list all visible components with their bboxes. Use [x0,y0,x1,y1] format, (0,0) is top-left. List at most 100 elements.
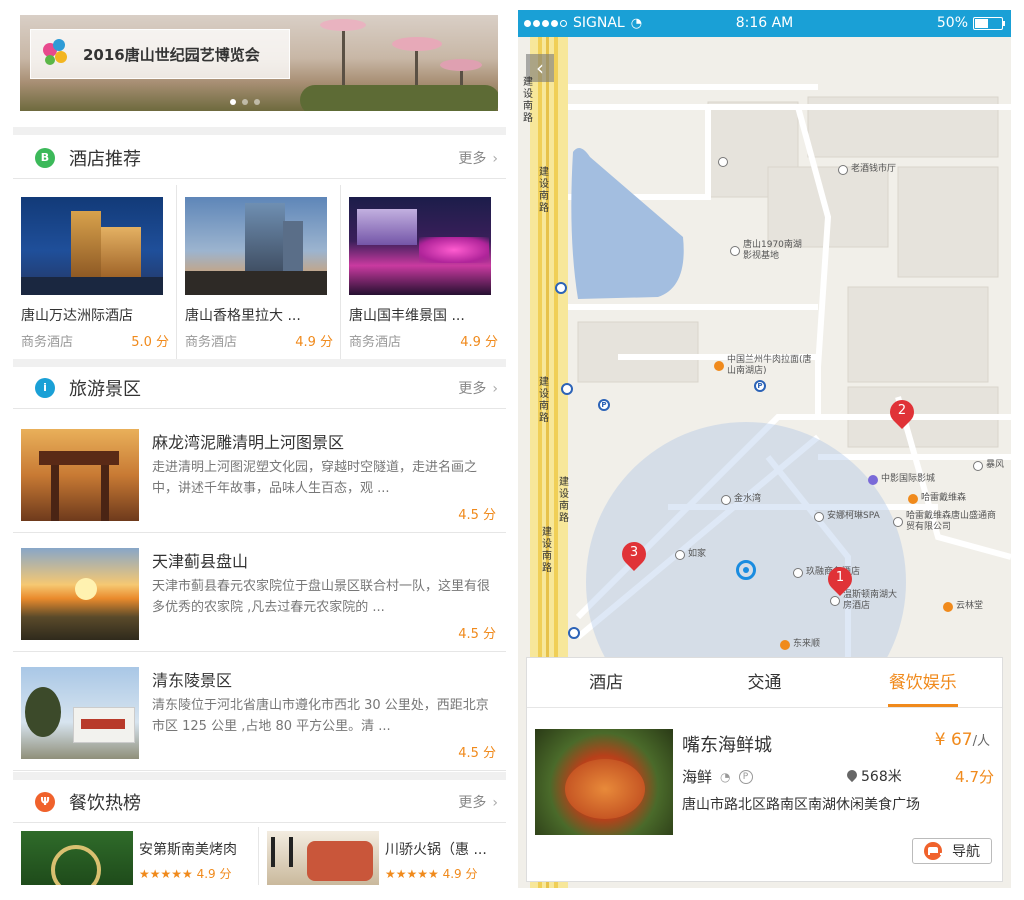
scenic-list-item[interactable]: 天津蓟县盘山 天津市蓟县春元农家院位于盘山景区联合村一队，这里有很多优秀的农家院… [13,534,506,652]
spot-title: 清东陵景区 [152,671,233,690]
banner-label: 2016唐山世纪园艺博览会 [30,29,290,79]
divider [13,772,506,780]
map-pin[interactable]: 1 [823,562,857,597]
food-card[interactable]: 安第斯南美烤肉 ★★★★★ 4.9 分 [13,827,259,885]
food-section-header: Ψ 餐饮热榜 更多 › [13,781,506,823]
page-dot[interactable] [242,99,248,105]
spot-title: 麻龙湾泥雕清明上河图景区 [152,433,345,452]
map-poi-icon[interactable] [718,157,728,167]
tab-hotel[interactable]: 酒店 [527,658,685,707]
navigate-button[interactable]: 导航 [912,838,992,864]
map-poi[interactable]: 中影国际影城 [868,474,935,485]
battery-icon [973,16,1005,30]
spot-score: 4.5 分 [458,508,496,523]
parking-icon[interactable]: P [754,380,766,392]
hotel-type: 商务酒店 [349,335,402,350]
road-label: 建设南路 [542,527,552,574]
spot-title: 天津蓟县盘山 [152,552,249,571]
food-rating: ★★★★★ 4.9 分 [139,867,232,881]
status-bar: SIGNAL ◔ 8:16 AM 50% [518,10,1011,37]
scenic-list-item[interactable]: 麻龙湾泥雕清明上河图景区 走进清明上河图泥塑文化园，穿越时空隧道，走进名画之中，… [13,415,506,533]
hotel-score: 4.9 分 [460,335,498,350]
spot-photo [21,429,139,521]
fork-knife-icon: Ψ [35,791,55,812]
banner-pagination[interactable] [230,99,260,105]
spot-photo [21,548,139,640]
parking-icon[interactable]: P [598,399,610,411]
expo-logo-icon [39,37,73,71]
food-rating: ★★★★★ 4.9 分 [385,867,478,881]
map-view[interactable]: ‹ 建设南路 建设南路 建设南路 建设南路 建设南路 P P 老酒钱市厅 唐山1… [518,37,1011,888]
hotel-type: 商务酒店 [21,335,74,350]
map-pin[interactable]: 2 [885,395,919,430]
food-photo [267,831,379,885]
map-poi[interactable]: 云林堂 [943,601,983,612]
scenic-more-link[interactable]: 更多 › [458,378,498,398]
food-card[interactable]: 川骄火锅（惠 ... ★★★★★ 4.9 分 [259,827,505,885]
restaurant-category: 海鲜 ◔ P [682,766,753,787]
bus-stop-icon[interactable] [568,627,580,639]
spot-description: 天津市蓟县春元农家院位于盘山景区联合村一队，这里有很多优秀的农家院 ,凡去过春元… [152,579,491,615]
restaurant-photo [535,729,673,835]
battery-percent: 50% [936,15,968,31]
scenic-list-item[interactable]: 清东陵景区 清东陵位于河北省唐山市遵化市西北 30 公里处，西距北京市区 125… [13,653,506,771]
hotel-card[interactable]: 唐山香格里拉大 ... 商务酒店 4.9 分 [177,185,341,359]
restaurant-address: 唐山市路北区路南区南湖休闲美食广场 [682,797,920,813]
road-label: 建设南路 [523,77,533,124]
map-poi[interactable]: 东来顺 [780,639,820,650]
expo-banner[interactable]: 2016唐山世纪园艺博览会 [20,15,498,111]
food-list: 安第斯南美烤肉 ★★★★★ 4.9 分 川骄火锅（惠 ... ★★★★★ 4.9… [13,827,506,885]
section-title: 酒店推荐 [69,148,141,170]
map-poi[interactable]: 金水湾 [721,494,761,505]
restaurant-name: 嘴东海鲜城 [682,735,772,756]
map-poi[interactable]: 如家 [675,549,706,560]
hotel-name: 唐山万达洲际酒店 [21,308,133,324]
hotel-more-link[interactable]: 更多 › [458,148,498,168]
map-poi[interactable]: 哈雷戴维森唐山盛通商贸有限公司 [893,511,998,533]
bus-stop-icon[interactable] [561,383,573,395]
page-dot[interactable] [230,99,236,105]
my-location-icon[interactable] [736,560,756,580]
hotel-photo [21,197,163,295]
car-icon [924,842,942,860]
hotel-name: 唐山香格里拉大 ... [185,308,301,324]
food-more-link[interactable]: 更多 › [458,792,498,812]
road-label: 建设南路 [539,167,549,214]
parking-icon: P [738,769,753,784]
chevron-right-icon: › [492,794,498,811]
hotel-photo [185,197,327,295]
right-screen: SIGNAL ◔ 8:16 AM 50% ‹ 建设南路 建设南路 建设南路 建设… [518,10,1011,888]
restaurant-score: 4.7分 [955,768,994,786]
category-tabs: 酒店 交通 餐饮娱乐 [527,658,1002,708]
map-poi[interactable]: 老酒钱市厅 [838,164,896,175]
road-label: 建设南路 [539,377,549,424]
hotel-card[interactable]: 唐山国丰维景国 ... 商务酒店 4.9 分 [341,185,505,359]
hotel-type: 商务酒店 [185,335,238,350]
map-poi[interactable]: 哈雷戴维森 [908,493,966,504]
location-pin-icon [847,770,857,783]
section-title: 餐饮热榜 [69,792,141,814]
hotel-card[interactable]: 唐山万达洲际酒店 商务酒店 5.0 分 [13,185,177,359]
tab-transport[interactable]: 交通 [685,658,843,707]
scenic-section-header: i 旅游景区 更多 › [13,367,506,409]
hotel-score: 4.9 分 [295,335,333,350]
map-poi[interactable]: 安娜柯琳SPA [814,511,880,522]
road-label: 建设南路 [559,477,569,524]
left-screen: 2016唐山世纪园艺博览会 B 酒店推荐 更多 › 唐山万达洲际酒店 商务酒店 5.… [13,15,506,885]
map-poi[interactable]: 唐山1970南湖影视基地 [730,240,810,262]
spot-description: 走进清明上河图泥塑文化园，穿越时空隧道，走进名画之中，讲述千年故事，品味人生百态… [152,460,478,496]
hotel-photo [349,197,491,295]
divider [13,127,506,135]
map-pin[interactable]: 3 [617,537,651,572]
page-dot[interactable] [254,99,260,105]
food-name: 川骄火锅（惠 ... [385,842,487,858]
divider [13,359,506,367]
hotel-name: 唐山国丰维景国 ... [349,308,465,324]
tab-food-entertainment[interactable]: 餐饮娱乐 [844,658,1002,707]
map-poi[interactable]: 中国兰州牛肉拉面(唐山南湖店) [714,355,814,377]
distance: 568米 [847,766,902,786]
bus-stop-icon[interactable] [555,282,567,294]
map-poi[interactable]: 暴风 [973,460,1004,471]
section-title: 旅游景区 [69,378,141,400]
restaurant-card[interactable]: 嘴东海鲜城 ¥ 67/人 海鲜 ◔ P 568米 4.7分 唐山市路北区路南区南… [527,708,1002,878]
